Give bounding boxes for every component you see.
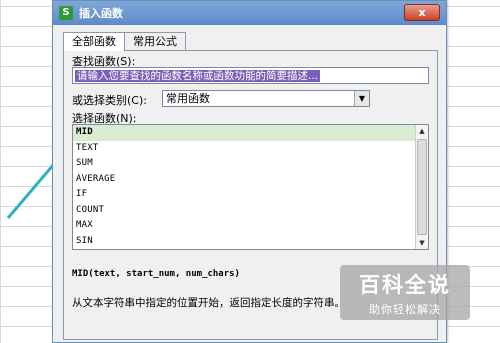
list-item[interactable]: COUNT [73, 203, 416, 219]
function-description: 从文本字符串中指定的位置开始，返回指定长度的字符串。 [72, 297, 345, 309]
tab-bar: 全部函数 常用公式 [63, 32, 186, 51]
dialog-titlebar[interactable]: S 插入函数 x [53, 1, 446, 25]
close-button[interactable]: x [404, 4, 440, 21]
scroll-up-icon[interactable]: ▲ [416, 125, 428, 137]
category-select[interactable]: 常用函数 ▼ [162, 90, 370, 107]
search-input-text: 请输入您要查找的函数名称或函数功能的简要描述... [75, 70, 321, 82]
function-syntax: MID(text, start_num, num_chars) [72, 269, 240, 279]
tab-all-functions[interactable]: 全部函数 [63, 32, 125, 51]
list-item[interactable]: MAX [73, 218, 416, 234]
watermark-logo: 百科全说 助你轻松解决 [340, 265, 470, 320]
list-scrollbar[interactable]: ▲ ▼ [415, 125, 428, 249]
category-label: 或选择类别(C): [72, 94, 147, 107]
dialog-title: 插入函数 [79, 7, 123, 20]
scrollbar-thumb[interactable] [417, 139, 427, 235]
list-item[interactable]: SIN [73, 234, 416, 250]
search-input[interactable]: 请输入您要查找的函数名称或函数功能的简要描述... [72, 67, 429, 84]
function-listbox[interactable]: MID TEXT SUM AVERAGE IF COUNT MAX SIN ▲ … [72, 124, 429, 250]
list-item[interactable]: IF [73, 187, 416, 203]
tab-common-formulas[interactable]: 常用公式 [124, 32, 186, 50]
category-value: 常用函数 [166, 92, 210, 105]
list-item[interactable]: AVERAGE [73, 172, 416, 188]
chevron-down-icon[interactable]: ▼ [354, 91, 369, 106]
scroll-down-icon[interactable]: ▼ [416, 237, 428, 249]
list-item[interactable]: SUM [73, 156, 416, 172]
wps-app-icon: S [59, 6, 73, 20]
watermark-title: 百科全说 [359, 273, 451, 297]
list-item[interactable]: MID [73, 125, 416, 141]
watermark-subtitle: 助你轻松解决 [369, 303, 441, 316]
list-item[interactable]: TEXT [73, 141, 416, 157]
